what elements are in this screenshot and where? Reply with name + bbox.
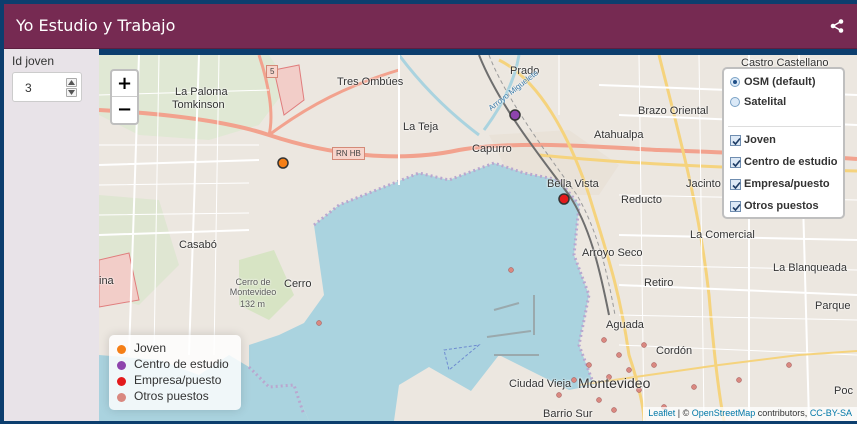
place-arroyo-seco: Arroyo Seco: [582, 247, 643, 259]
app-title: Yo Estudio y Trabajo: [16, 16, 176, 35]
place-tomkinson: Tomkinson: [172, 99, 225, 111]
place-poc: Poc: [834, 385, 853, 397]
spin-down-button[interactable]: [66, 88, 77, 97]
legend-dot: [117, 393, 126, 402]
place-parque: Parque: [815, 300, 851, 312]
zoom-out-button[interactable]: −: [112, 97, 137, 123]
checkbox-centro-estudio[interactable]: [730, 157, 741, 168]
legend-label: Joven: [134, 341, 167, 355]
overlay-otros-puestos-label: Otros puestos: [744, 200, 819, 212]
title-bar: Yo Estudio y Trabajo: [4, 4, 857, 49]
map-legend: Joven Centro de estudio Empresa/puesto O…: [109, 335, 241, 410]
legend-label: Empresa/puesto: [134, 373, 222, 387]
place-la-teja: La Teja: [403, 121, 439, 133]
id-joven-input[interactable]: 3: [12, 72, 82, 102]
zoom-in-button[interactable]: +: [112, 71, 137, 97]
centro-estudio-marker: [509, 109, 521, 121]
osm-link[interactable]: OpenStreetMap: [692, 408, 756, 418]
route-rn-hb-shield: RN HB: [332, 147, 365, 160]
id-joven-label: Id joven: [12, 54, 55, 68]
spin-up-button[interactable]: [66, 78, 77, 87]
place-casabo: Casabó: [179, 239, 217, 251]
overlay-centro-estudio-label: Centro de estudio: [744, 156, 838, 168]
attribution-separator: | ©: [675, 408, 692, 418]
place-brazo-oriental: Brazo Oriental: [638, 105, 709, 117]
app-frame: Yo Estudio y Trabajo Id joven 3 Castro C…: [0, 0, 857, 424]
license-link[interactable]: CC-BY-SA: [810, 408, 852, 418]
place-cerro-montevideo: Cerro de Montevideo: [229, 277, 277, 297]
base-layer-osm-label: OSM (default): [744, 76, 816, 88]
map-view[interactable]: Castro Castellano Prado Tres Ombúes La P…: [99, 55, 857, 421]
legend-label: Centro de estudio: [134, 357, 229, 371]
checkbox-otros-puestos[interactable]: [730, 201, 741, 212]
legend-dot: [117, 377, 126, 386]
place-la-paloma: La Paloma: [175, 86, 228, 98]
legend-dot: [117, 345, 126, 354]
layers-control: OSM (default) Satelital Joven Centro de …: [722, 67, 845, 219]
place-bella-vista: Bella Vista: [547, 178, 599, 190]
place-reducto: Reducto: [621, 194, 662, 206]
place-montevideo: Montevideo: [578, 375, 651, 391]
sidebar-panel: Id joven 3: [4, 49, 99, 421]
place-la-comercial: La Comercial: [690, 229, 755, 241]
place-barrio-sur: Barrio Sur: [543, 408, 593, 420]
radio-osm[interactable]: [730, 77, 740, 87]
legend-label: Otros puestos: [134, 389, 209, 403]
overlay-empresa-puesto-label: Empresa/puesto: [744, 178, 830, 190]
empresa-marker: [558, 193, 570, 205]
place-cerro: Cerro: [284, 278, 312, 290]
legend-dot: [117, 361, 126, 370]
place-cordon: Cordón: [656, 345, 693, 357]
place-retiro: Retiro: [644, 277, 674, 289]
place-ina: ina: [99, 275, 114, 287]
joven-marker: [277, 157, 289, 169]
place-la-blanqueada: La Blanqueada: [773, 262, 848, 274]
place-ciudad-vieja: Ciudad Vieja: [509, 378, 572, 390]
zoom-control: + −: [110, 69, 139, 125]
elevation-label: 132 m: [240, 299, 266, 309]
attribution-contributors: contributors,: [755, 408, 810, 418]
place-jacinto: Jacinto: [686, 178, 721, 190]
place-capurro: Capurro: [472, 143, 512, 155]
checkbox-joven[interactable]: [730, 135, 741, 146]
map-attribution: Leaflet | © OpenStreetMap contributors, …: [643, 407, 857, 421]
overlay-joven-label: Joven: [744, 134, 776, 146]
route-5-shield: 5: [266, 65, 279, 78]
base-layer-satelital-label: Satelital: [744, 96, 787, 108]
id-joven-value: 3: [25, 81, 32, 95]
place-tres-ombues: Tres Ombúes: [337, 76, 404, 88]
share-icon[interactable]: [829, 18, 845, 34]
place-atahualpa: Atahualpa: [594, 129, 644, 141]
place-aguada: Aguada: [606, 319, 644, 331]
layers-divider: [728, 126, 841, 127]
leaflet-link[interactable]: Leaflet: [648, 408, 675, 418]
checkbox-empresa-puesto[interactable]: [730, 179, 741, 190]
radio-satelital[interactable]: [730, 97, 740, 107]
